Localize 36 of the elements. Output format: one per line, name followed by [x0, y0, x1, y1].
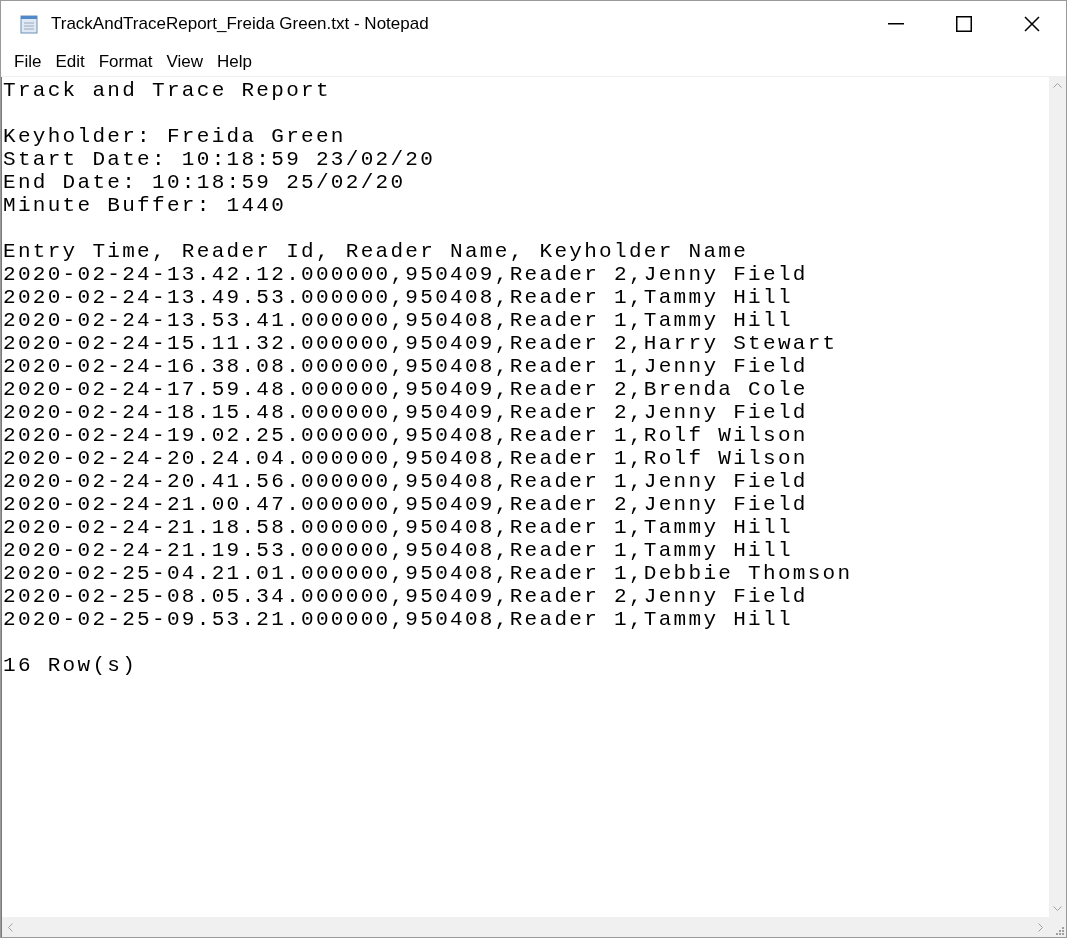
text-line: Start Date: 10:18:59 23/02/20	[3, 148, 436, 171]
text-line: 2020-02-25-09.53.21.000000,950408,Reader 1,Tammy Hill	[3, 608, 793, 631]
menu-item[interactable]: View	[161, 48, 209, 75]
window-title: TrackAndTraceReport_Freida Green.txt - Notepad	[51, 13, 429, 36]
notepad-icon	[19, 14, 39, 34]
menu-item[interactable]: Help	[212, 48, 258, 75]
text-line: Track and Trace Report	[3, 79, 331, 102]
text-line: 2020-02-24-21.19.53.000000,950408,Reader 1,Tammy Hill	[3, 539, 793, 562]
text-line: 2020-02-24-21.18.58.000000,950408,Reader 1,Tammy Hill	[3, 516, 793, 539]
text-line: Keyholder: Freida Green	[3, 125, 346, 148]
menu-item[interactable]: Edit	[50, 48, 90, 75]
text-line: 2020-02-25-04.21.01.000000,950408,Reader 1,Debbie Thomson	[3, 562, 853, 585]
text-line: 2020-02-24-13.53.41.000000,950408,Reader 1,Tammy Hill	[3, 309, 793, 332]
close-icon	[1024, 16, 1040, 32]
text-line: 2020-02-24-20.41.56.000000,950408,Reader 1,Jenny Field	[3, 470, 808, 493]
text-line: 2020-02-24-17.59.48.000000,950409,Reader 2,Brenda Cole	[3, 378, 808, 401]
size-grip-icon[interactable]	[1054, 925, 1064, 935]
menu-item[interactable]: File	[9, 48, 47, 75]
text-line: 2020-02-24-13.42.12.000000,950409,Reader 2,Jenny Field	[3, 263, 808, 286]
text-line: 2020-02-25-08.05.34.000000,950409,Reader 2,Jenny Field	[3, 585, 808, 608]
text-line: 2020-02-24-15.11.32.000000,950409,Reader 2,Harry Stewart	[3, 332, 838, 355]
text-line: 2020-02-24-13.49.53.000000,950408,Reader 1,Tammy Hill	[3, 286, 793, 309]
text-line: 2020-02-24-18.15.48.000000,950409,Reader 2,Jenny Field	[3, 401, 808, 424]
text-line: 16 Row(s)	[3, 654, 138, 677]
text-line: End Date: 10:18:59 25/02/20	[3, 171, 406, 194]
horizontal-scrollbar[interactable]	[2, 917, 1049, 937]
maximize-icon	[956, 16, 972, 32]
text-line: 2020-02-24-16.38.08.000000,950408,Reader 1,Jenny Field	[3, 355, 808, 378]
text-line: 2020-02-24-20.24.04.000000,950408,Reader 1,Rolf Wilson	[3, 447, 808, 470]
vertical-scrollbar[interactable]	[1049, 77, 1066, 917]
text-line: 2020-02-24-19.02.25.000000,950408,Reader 1,Rolf Wilson	[3, 424, 808, 447]
minimize-icon	[888, 23, 904, 25]
text-line: 2020-02-24-21.00.47.000000,950409,Reader 2,Jenny Field	[3, 493, 808, 516]
text-line: Minute Buffer: 1440	[3, 194, 287, 217]
menu-item[interactable]: Format	[93, 48, 158, 75]
text-line: Entry Time, Reader Id, Reader Name, Keyholder Name	[3, 240, 749, 263]
